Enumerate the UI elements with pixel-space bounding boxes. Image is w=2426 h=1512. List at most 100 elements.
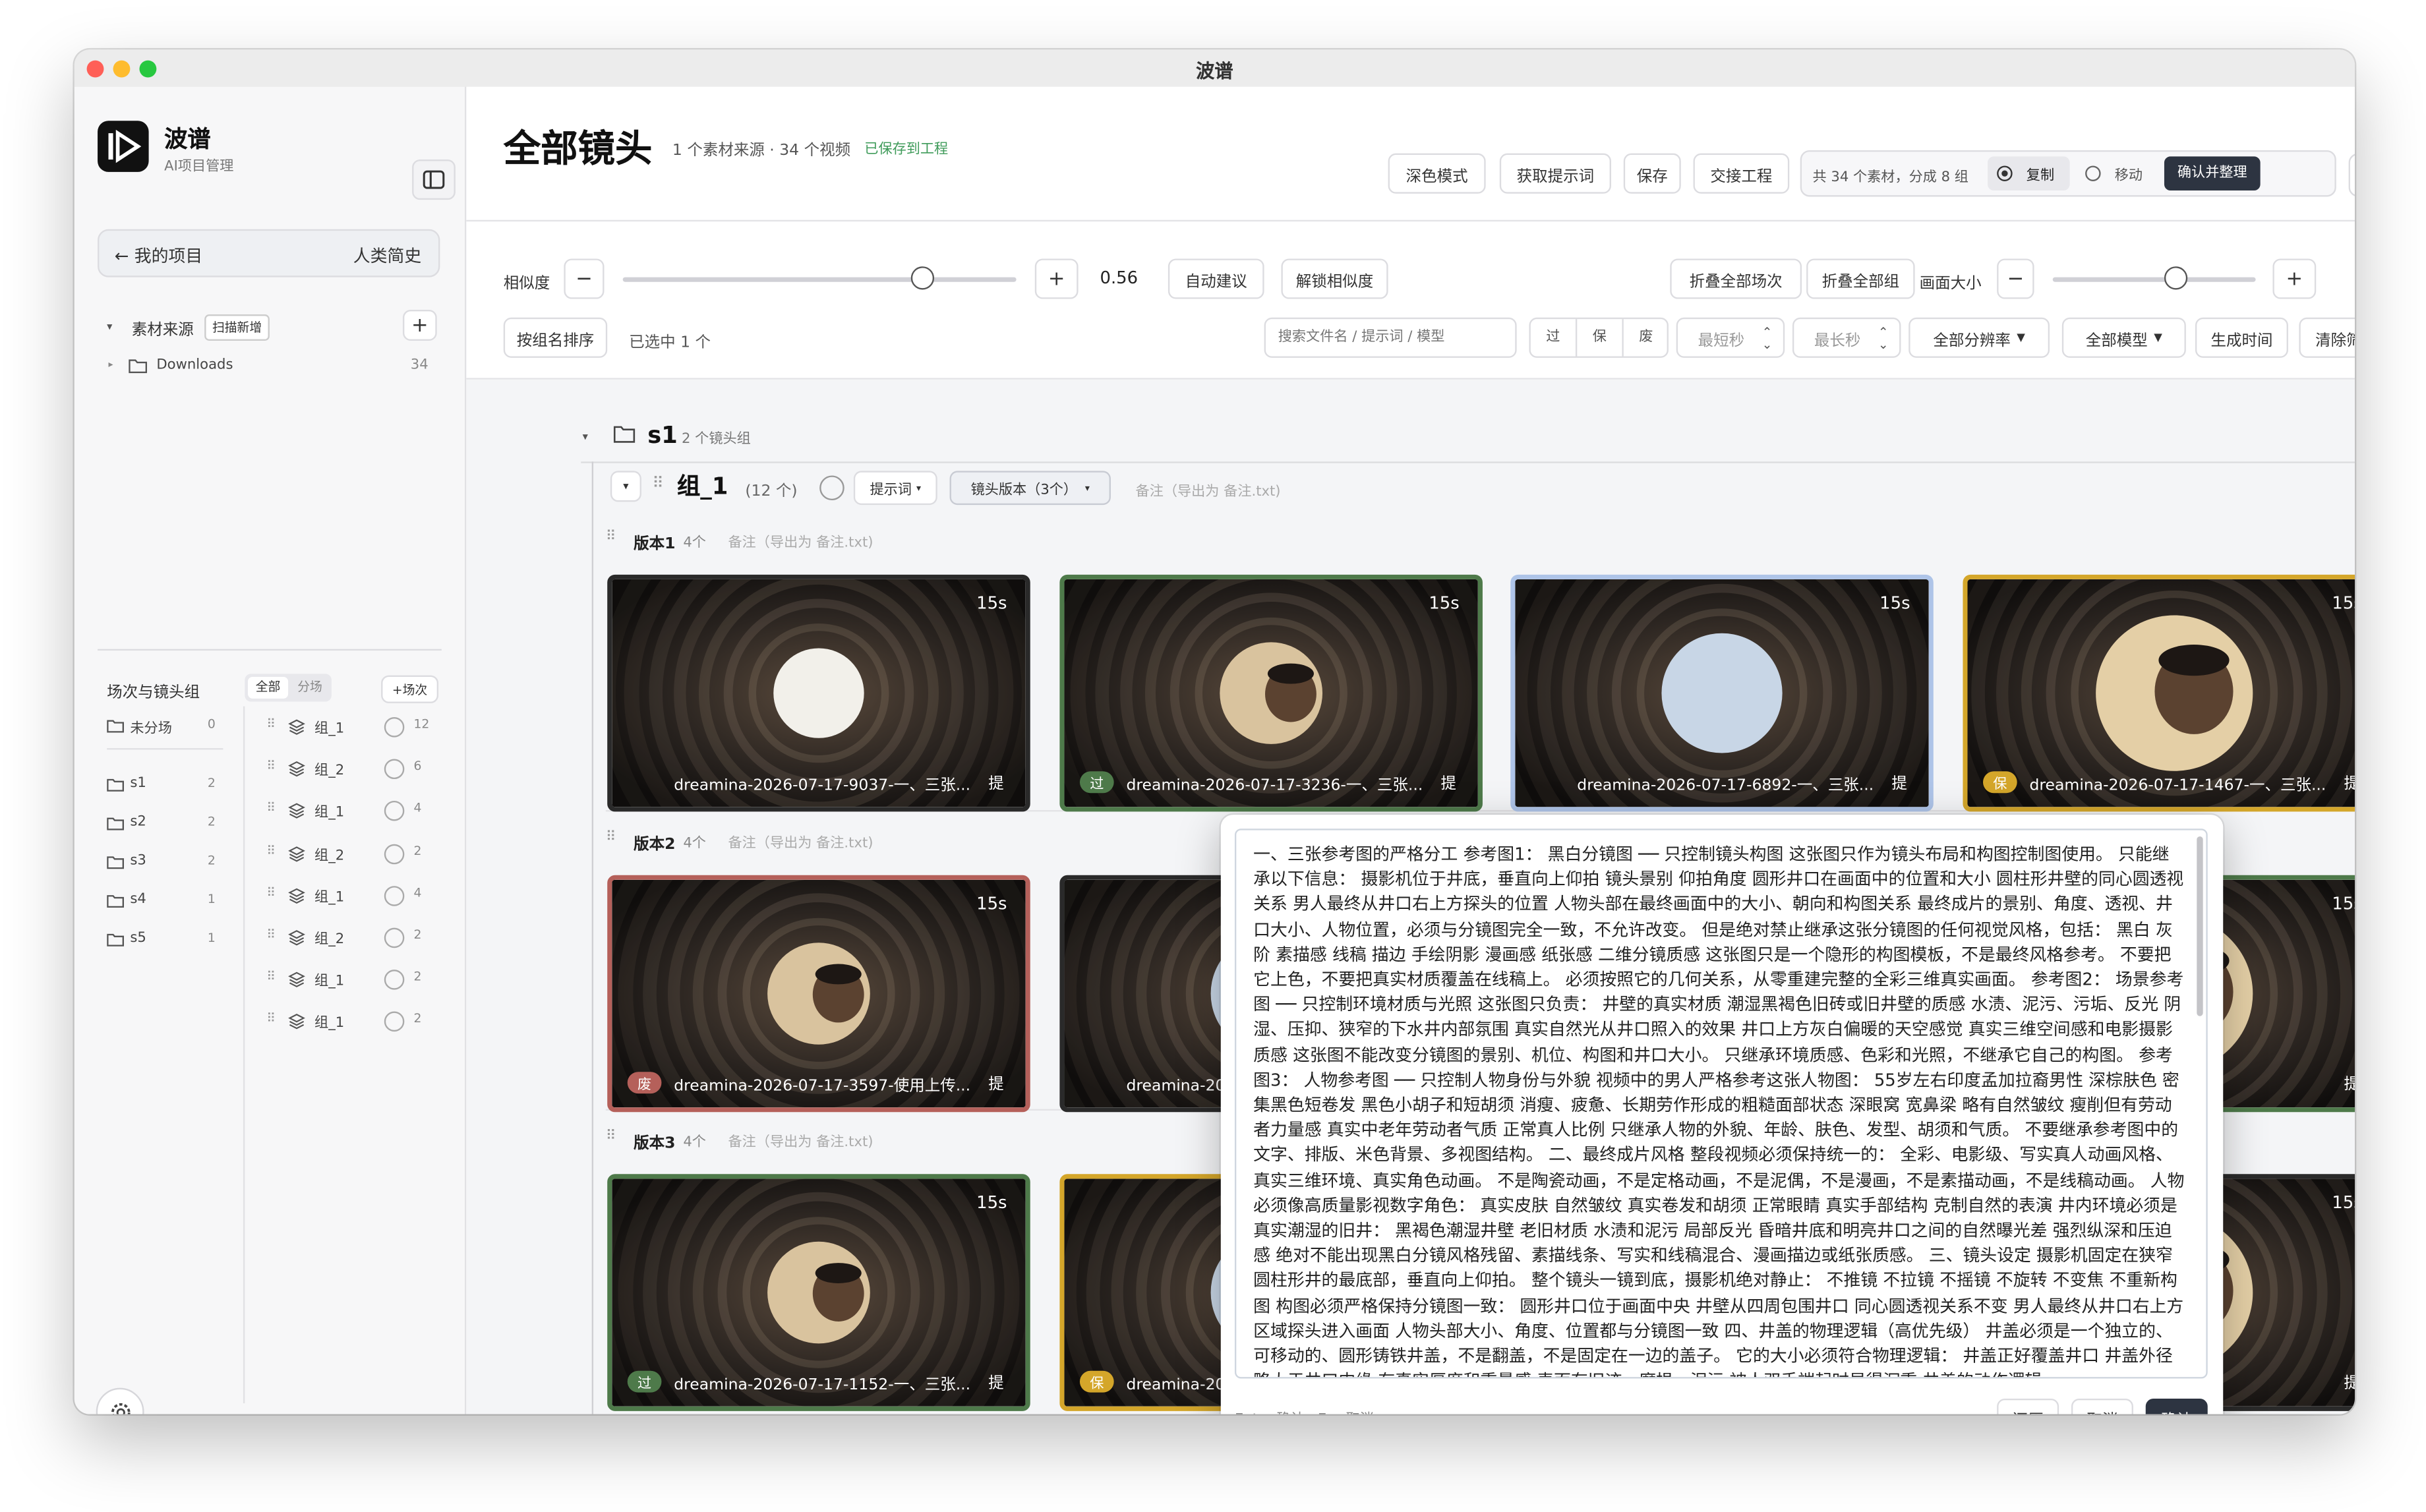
video-thumbnail[interactable]: 15s 过 dreamina-2026-07-17-1152-一、三张... 提 bbox=[607, 1174, 1030, 1411]
collapse-caret-icon[interactable]: ▸ bbox=[109, 359, 113, 370]
similarity-increase-button[interactable]: + bbox=[1034, 258, 1079, 299]
group-item-radio[interactable] bbox=[384, 885, 405, 906]
scene-item[interactable]: s1 2 bbox=[107, 776, 222, 798]
max-seconds-input[interactable]: 最长秒 ⌃ ⌄ bbox=[1792, 317, 1901, 358]
group-item-radio[interactable] bbox=[384, 843, 405, 864]
expand-caret-icon[interactable]: ▾ bbox=[107, 320, 112, 333]
history-button[interactable] bbox=[2348, 153, 2355, 197]
confirm-button[interactable]: 确认 bbox=[2145, 1399, 2208, 1414]
add-source-button[interactable]: + bbox=[403, 309, 437, 341]
drag-handle-icon[interactable]: ⠿ bbox=[606, 1129, 616, 1145]
drag-handle-icon[interactable]: ⠿ bbox=[266, 928, 276, 942]
scene-item[interactable]: s3 2 bbox=[107, 854, 222, 875]
prompt-tag-button[interactable]: 提 bbox=[988, 770, 1004, 793]
drag-handle-icon[interactable]: ⠿ bbox=[266, 717, 276, 731]
dark-mode-button[interactable]: 深色模式 bbox=[1388, 153, 1486, 194]
settings-button[interactable] bbox=[96, 1387, 144, 1414]
prompt-tag-button[interactable]: 提 bbox=[988, 1070, 1004, 1093]
video-thumbnail[interactable]: 15s dreamina-2026-07-17-6892-一、三张... 提 bbox=[1510, 574, 1934, 812]
cancel-button[interactable]: 取消 bbox=[2071, 1399, 2133, 1414]
group-item-radio[interactable] bbox=[384, 970, 405, 991]
prompt-tag-button[interactable]: 提 bbox=[2344, 1070, 2355, 1093]
drag-handle-icon[interactable]: ⠿ bbox=[606, 530, 616, 546]
drag-handle-icon[interactable]: ⠿ bbox=[266, 801, 276, 815]
prompt-tag-button[interactable]: 提 bbox=[2344, 770, 2355, 793]
filter-pass-button[interactable]: 过 bbox=[1531, 319, 1578, 357]
scene-item[interactable]: 未分场 0 bbox=[107, 717, 222, 739]
restore-button[interactable]: 还原 bbox=[1997, 1399, 2059, 1414]
scan-new-button[interactable]: 扫描新增 bbox=[204, 314, 270, 341]
clear-filter-button[interactable]: 清除筛选 bbox=[2299, 317, 2355, 358]
scene-item[interactable]: s5 1 bbox=[107, 931, 222, 952]
group-item[interactable]: ⠿ 组_2 2 bbox=[266, 927, 436, 953]
drag-handle-icon[interactable]: ⠿ bbox=[266, 1012, 276, 1026]
downloads-folder[interactable]: Downloads bbox=[156, 358, 233, 374]
version-note[interactable]: 备注（导出为 备注.txt) bbox=[728, 832, 873, 852]
group-item-radio[interactable] bbox=[384, 1012, 405, 1033]
toggle-sidebar-button[interactable] bbox=[412, 160, 456, 200]
frame-size-slider-track[interactable] bbox=[2052, 277, 2256, 282]
video-thumbnail[interactable]: 15s 保 dreamina-2026-07-17-1467-一、三张... 提 bbox=[1963, 574, 2355, 812]
group-item[interactable]: ⠿ 组_2 6 bbox=[266, 759, 436, 784]
textarea-scrollbar[interactable] bbox=[2197, 836, 2203, 1016]
scene-item[interactable]: s4 1 bbox=[107, 892, 222, 914]
version-note[interactable]: 备注（导出为 备注.txt) bbox=[728, 531, 873, 552]
group-item-radio[interactable] bbox=[384, 801, 405, 822]
my-projects-link[interactable]: ← 我的项目 bbox=[115, 243, 202, 268]
group-collapse-button[interactable]: ▾ bbox=[610, 471, 641, 502]
group-item-radio[interactable] bbox=[384, 927, 405, 948]
search-input[interactable] bbox=[1264, 317, 1517, 358]
get-prompt-button[interactable]: 获取提示词 bbox=[1499, 153, 1611, 194]
group-item[interactable]: ⠿ 组_1 2 bbox=[266, 1012, 436, 1037]
version-note[interactable]: 备注（导出为 备注.txt) bbox=[728, 1130, 873, 1151]
filter-split-button[interactable]: 分场 bbox=[291, 677, 328, 699]
drag-handle-icon[interactable]: ⠿ bbox=[606, 830, 616, 846]
filter-all-button[interactable]: 全部 bbox=[248, 676, 289, 699]
group-note[interactable]: 备注（导出为 备注.txt) bbox=[1136, 480, 1281, 501]
drag-handle-icon[interactable]: ⠿ bbox=[266, 844, 276, 858]
version-dropdown[interactable]: 镜头版本（3个） ▾ bbox=[949, 471, 1111, 506]
group-item[interactable]: ⠿ 组_1 2 bbox=[266, 970, 436, 995]
move-option[interactable]: 移动 bbox=[2076, 156, 2158, 190]
prompt-textarea[interactable]: 一、三张参考图的严格分工 参考图1： 黑白分镜图 ── 只控制镜头构图 这张图只… bbox=[1234, 829, 2208, 1379]
add-scene-button[interactable]: +场次 bbox=[381, 675, 439, 703]
save-button[interactable]: 保存 bbox=[1623, 153, 1681, 194]
filter-keep-button[interactable]: 保 bbox=[1577, 319, 1624, 357]
group-item-radio[interactable] bbox=[384, 717, 405, 738]
sort-by-group-button[interactable]: 按组名排序 bbox=[503, 317, 608, 358]
group-item[interactable]: ⠿ 组_1 12 bbox=[266, 717, 436, 742]
collapse-groups-button[interactable]: 折叠全部组 bbox=[1806, 258, 1915, 299]
drag-handle-icon[interactable]: ⠿ bbox=[266, 759, 276, 773]
resolution-select[interactable]: 全部分辨率 ▼ bbox=[1908, 317, 2050, 358]
similarity-slider-track[interactable] bbox=[622, 277, 1017, 282]
video-thumbnail[interactable]: 15s 过 dreamina-2026-07-17-3236-一、三张... 提 bbox=[1059, 574, 1483, 812]
frame-size-decrease-button[interactable]: − bbox=[1997, 258, 2034, 299]
auto-suggest-button[interactable]: 自动建议 bbox=[1168, 258, 1264, 299]
prompt-tag-button[interactable]: 提 bbox=[988, 1369, 1004, 1393]
group-select-radio[interactable] bbox=[819, 475, 844, 501]
copy-option[interactable]: 复制 bbox=[1988, 156, 2070, 191]
similarity-slider-thumb[interactable] bbox=[910, 266, 935, 290]
sort-by-time-button[interactable]: 生成时间 bbox=[2195, 317, 2288, 358]
project-switcher[interactable]: ← 我的项目 人类简史 bbox=[98, 229, 440, 277]
prompt-tag-button[interactable]: 提 bbox=[1441, 770, 1457, 793]
frame-size-slider-thumb[interactable] bbox=[2163, 266, 2187, 290]
video-thumbnail[interactable]: 15s dreamina-2026-07-17-9037-一、三张... 提 bbox=[607, 574, 1030, 812]
group-item[interactable]: ⠿ 组_1 4 bbox=[266, 801, 436, 827]
scene-collapse-caret-icon[interactable]: ▾ bbox=[583, 430, 588, 443]
group-item[interactable]: ⠿ 组_2 2 bbox=[266, 843, 436, 869]
drag-handle-icon[interactable]: ⠿ bbox=[266, 970, 276, 984]
prompt-tag-button[interactable]: 提 bbox=[1891, 770, 1907, 793]
similarity-decrease-button[interactable]: − bbox=[564, 258, 605, 299]
handover-button[interactable]: 交接工程 bbox=[1693, 153, 1790, 194]
unlock-similarity-button[interactable]: 解锁相似度 bbox=[1281, 258, 1388, 299]
prompt-tag-button[interactable]: 提 bbox=[2344, 1369, 2355, 1393]
drag-handle-icon[interactable]: ⠿ bbox=[652, 475, 663, 492]
video-thumbnail[interactable]: 15s 废 dreamina-2026-07-17-3597-使用上传... 提 bbox=[607, 875, 1030, 1113]
scene-item[interactable]: s2 2 bbox=[107, 815, 222, 836]
drag-handle-icon[interactable]: ⠿ bbox=[266, 886, 276, 900]
model-select[interactable]: 全部模型 ▼ bbox=[2061, 317, 2186, 358]
group-item[interactable]: ⠿ 组_1 4 bbox=[266, 885, 436, 911]
frame-size-increase-button[interactable]: + bbox=[2272, 258, 2317, 299]
min-seconds-input[interactable]: 最短秒 ⌃ ⌄ bbox=[1676, 317, 1785, 358]
